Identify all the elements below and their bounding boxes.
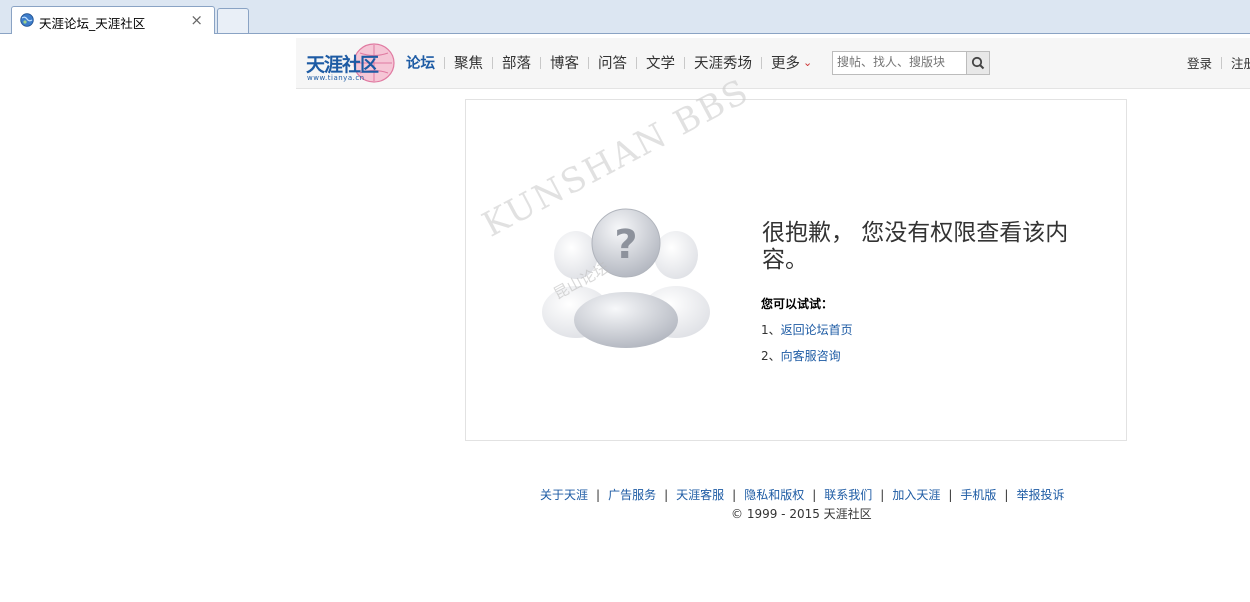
footer-divider: | [664, 487, 669, 502]
footer-links: 关于天涯 | 广告服务 | 天涯客服 | 隐私和版权 | 联系我们 | 加入天涯 | 手机版… [540, 486, 1064, 503]
nav-divider [444, 56, 445, 69]
contact-support-link[interactable]: 向客服咨询 [781, 349, 841, 363]
footer-link-service[interactable]: 天涯客服 [676, 486, 724, 503]
suggestion-item: 2、向客服咨询 [761, 347, 841, 364]
nav-divider [761, 56, 762, 69]
nav-divider [540, 56, 541, 69]
nav-item-literature[interactable]: 文学 [646, 52, 675, 73]
tab-title: 天涯论坛_天涯社区 [39, 16, 146, 31]
footer-link-ads[interactable]: 广告服务 [608, 486, 656, 503]
register-link[interactable]: 注册 [1231, 53, 1250, 72]
footer-link-contact[interactable]: 联系我们 [824, 486, 872, 503]
nav-item-show[interactable]: 天涯秀场 [694, 52, 752, 73]
footer-divider: | [732, 487, 737, 502]
chevron-down-icon[interactable]: ⌄ [803, 56, 812, 69]
close-icon[interactable]: × [190, 11, 203, 29]
footer-link-join[interactable]: 加入天涯 [892, 486, 940, 503]
nav-divider [588, 56, 589, 69]
browser-tab-bar: 天涯论坛_天涯社区 × [0, 0, 1250, 34]
suggestion-item: 1、返回论坛首页 [761, 321, 853, 338]
nav-item-focus[interactable]: 聚焦 [454, 52, 483, 73]
footer-link-report[interactable]: 举报投诉 [1016, 486, 1064, 503]
suggestion-number: 2、 [761, 349, 781, 363]
footer-link-mobile[interactable]: 手机版 [960, 486, 996, 503]
nav-item-tribe[interactable]: 部落 [502, 52, 531, 73]
auth-links: 登录 注册 [1187, 53, 1250, 72]
search-icon [971, 56, 985, 70]
suggestion-number: 1、 [761, 323, 781, 337]
back-to-forum-link[interactable]: 返回论坛首页 [781, 323, 853, 337]
logo-text: 天涯社区 [306, 54, 379, 76]
footer-link-privacy[interactable]: 隐私和版权 [744, 486, 804, 503]
logo-url: www.tianya.cn [307, 74, 365, 82]
globe-icon [20, 13, 34, 27]
tianya-logo[interactable]: 天涯社区 www.tianya.cn [306, 42, 396, 84]
footer-divider: | [812, 487, 817, 502]
svg-text:?: ? [614, 222, 637, 268]
main-nav: 论坛 聚焦 部落 博客 问答 文学 天涯秀场 更多 ⌄ [406, 52, 812, 73]
footer-link-about[interactable]: 关于天涯 [540, 486, 588, 503]
browser-tab[interactable]: 天涯论坛_天涯社区 × [11, 6, 215, 34]
unknown-user-icon: ? [542, 208, 710, 348]
permission-error-panel: ? KUNSHAN BBS 昆山论坛 很抱歉， 您没有权限查看该内容。 您可以试… [465, 71, 1127, 441]
error-message: 很抱歉， 您没有权限查看该内容。 [762, 220, 1069, 273]
footer-divider: | [596, 487, 601, 502]
login-link[interactable]: 登录 [1187, 53, 1212, 72]
footer-divider: | [948, 487, 953, 502]
nav-divider [684, 56, 685, 69]
nav-item-blog[interactable]: 博客 [550, 52, 579, 73]
nav-item-qa[interactable]: 问答 [598, 52, 627, 73]
site-header: 天涯社区 www.tianya.cn 论坛 聚焦 部落 博客 问答 文学 天涯秀… [296, 38, 1250, 89]
search-button[interactable] [966, 52, 989, 74]
suggestions-label: 您可以试试： [761, 297, 834, 311]
search-box [832, 51, 990, 75]
nav-divider [636, 56, 637, 69]
footer-divider: | [880, 487, 885, 502]
nav-item-forum[interactable]: 论坛 [406, 52, 435, 73]
nav-item-more[interactable]: 更多 [771, 52, 800, 73]
search-input[interactable] [833, 52, 965, 72]
footer-divider: | [1004, 487, 1009, 502]
new-tab-button[interactable] [217, 8, 249, 33]
nav-divider [492, 56, 493, 69]
auth-divider [1221, 56, 1223, 69]
copyright: © 1999 - 2015 天涯社区 [731, 507, 872, 521]
